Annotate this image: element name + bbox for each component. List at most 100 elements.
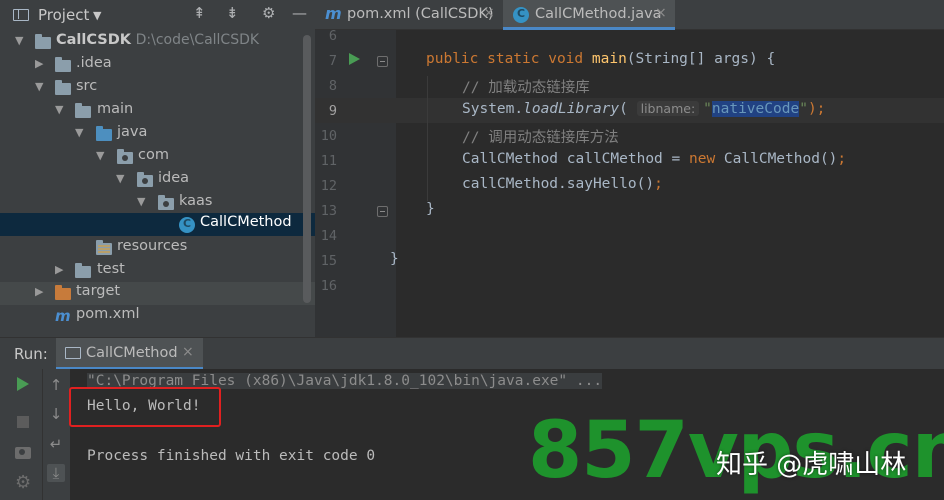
tree-item-callcsdk[interactable]: ▼ CallCSDK D:\code\CallCSDK <box>0 31 315 54</box>
chevron-down-icon[interactable]: ▼ <box>55 103 63 116</box>
gear-icon[interactable]: ⚙ <box>262 4 275 22</box>
chevron-right-icon[interactable]: ▶ <box>35 57 43 70</box>
scroll-end-icon[interactable]: ⤓ <box>47 464 65 482</box>
stop-icon[interactable] <box>17 416 29 428</box>
close-icon[interactable]: × <box>182 344 194 360</box>
chevron-down-icon[interactable]: ▼ <box>137 195 145 208</box>
folder-icon <box>35 34 51 49</box>
tree-item-java[interactable]: ▼ java <box>0 123 315 146</box>
run-tab-callcmethod[interactable]: CallCMethod × <box>56 338 203 370</box>
tree-scrollbar[interactable] <box>303 35 311 303</box>
up-arrow-icon[interactable]: ↑ <box>47 376 65 394</box>
tree-item-main[interactable]: ▼ main <box>0 100 315 123</box>
close-icon[interactable]: × <box>483 5 495 21</box>
tree-item-label: test <box>97 261 125 277</box>
tree-item-label: resources <box>117 238 188 254</box>
folder-icon <box>55 57 71 72</box>
tree-item-com[interactable]: ▼ com <box>0 146 315 169</box>
down-arrow-icon[interactable]: ↓ <box>47 405 65 423</box>
line-number: 16 <box>320 278 337 294</box>
code-text: } <box>426 201 435 217</box>
chevron-down-icon[interactable]: ▼ <box>75 126 83 139</box>
code-line-10: // 调用动态链接库方法 <box>462 126 619 147</box>
line-number: 11 <box>320 153 337 169</box>
tree-item-label: src <box>76 78 98 94</box>
indent-guide <box>427 76 428 201</box>
resources-folder-icon <box>96 240 112 255</box>
tab-label: pom.xml (CallCSDK) <box>347 6 494 22</box>
camera-icon[interactable] <box>15 447 31 459</box>
line-number: 14 <box>320 228 337 244</box>
tree-item-label: pom.xml <box>76 306 140 322</box>
maven-icon: m <box>325 4 342 23</box>
tab-pom-xml[interactable]: m pom.xml (CallCSDK) × <box>315 0 503 30</box>
code-method-name: main <box>591 51 627 67</box>
tree-item-label: java <box>117 124 148 140</box>
code-line-9: System.loadLibrary( libname: "nativeCode"… <box>462 101 825 117</box>
line-number: 8 <box>328 78 337 94</box>
project-header: Project ▼ ⇞ ⇟ ⚙ — <box>0 0 315 30</box>
expand-all-icon[interactable]: ⇟ <box>226 4 239 22</box>
code-line-8: // 加载动态链接库 <box>462 76 590 97</box>
project-icon <box>13 9 29 21</box>
tree-item-src[interactable]: ▼ src <box>0 77 315 100</box>
run-gutter-icon[interactable] <box>349 53 360 65</box>
line-number: 7 <box>328 53 337 69</box>
line-number: 15 <box>320 253 337 269</box>
tree-item-label: idea <box>158 170 190 186</box>
code-text: ); <box>807 101 826 117</box>
code-text: System. <box>462 101 524 117</box>
minimize-icon[interactable]: — <box>292 4 307 22</box>
chevron-down-icon[interactable]: ▼ <box>35 80 43 93</box>
code-line-13: } <box>426 201 435 217</box>
selected-text[interactable]: nativeCode <box>711 101 800 117</box>
code-text: } <box>390 251 399 267</box>
code-keyword: new <box>688 151 716 167</box>
code-static-method: loadLibrary <box>523 101 620 117</box>
close-icon[interactable]: × <box>655 5 667 21</box>
fold-icon[interactable] <box>377 206 388 217</box>
code-line-12: callCMethod.sayHello(); <box>462 176 663 192</box>
tree-item-target[interactable]: ▶ target <box>0 282 315 305</box>
code-text: ; <box>837 151 847 167</box>
project-path: D:\code\CallCSDK <box>135 32 260 48</box>
code-text: callCMethod.sayHello() <box>462 176 655 192</box>
tree-item-idea-pkg[interactable]: ▼ idea <box>0 169 315 192</box>
tree-item-test[interactable]: ▶ test <box>0 260 315 283</box>
run-icon[interactable] <box>17 377 29 391</box>
tree-item-callcmethod[interactable]: CallCMethod <box>0 213 315 236</box>
tree-item-pom[interactable]: m pom.xml <box>0 305 315 328</box>
tree-item-label: com <box>138 147 169 163</box>
folder-icon <box>55 80 71 95</box>
class-icon <box>179 217 195 233</box>
line-number: 6 <box>328 28 337 44</box>
settings-icon[interactable]: ⚙ <box>15 472 31 493</box>
package-icon <box>158 195 174 210</box>
package-icon <box>137 172 153 187</box>
package-icon <box>117 149 133 164</box>
excluded-folder-icon <box>55 285 71 300</box>
wrap-icon[interactable]: ↵ <box>47 435 65 453</box>
tab-callcmethod-java[interactable]: CallCMethod.java × <box>503 0 675 30</box>
code-comment: // 调用动态链接库方法 <box>462 130 619 146</box>
chevron-down-icon[interactable]: ▼ <box>93 9 101 22</box>
fold-icon[interactable] <box>377 56 388 67</box>
code-text: CallCMethod() <box>715 151 838 167</box>
run-panel-header: Run: CallCMethod × <box>0 337 944 370</box>
code-line-15: } <box>390 251 399 267</box>
tree-item-label: main <box>97 101 134 117</box>
highlight-annotation-box <box>69 387 221 427</box>
tree-item-idea[interactable]: ▶ .idea <box>0 54 315 77</box>
chevron-down-icon[interactable]: ▼ <box>15 34 23 47</box>
project-title[interactable]: Project <box>38 6 89 24</box>
tree-item-resources[interactable]: resources <box>0 237 315 260</box>
chevron-right-icon[interactable]: ▶ <box>55 263 63 276</box>
code-text: ; <box>654 176 663 192</box>
chevron-down-icon[interactable]: ▼ <box>116 172 124 185</box>
maven-icon: m <box>55 307 71 325</box>
code-text: CallCMethod callCMethod = <box>462 151 689 167</box>
tree-item-kaas[interactable]: ▼ kaas <box>0 192 315 215</box>
collapse-all-icon[interactable]: ⇞ <box>193 4 206 22</box>
chevron-down-icon[interactable]: ▼ <box>96 149 104 162</box>
chevron-right-icon[interactable]: ▶ <box>35 285 43 298</box>
